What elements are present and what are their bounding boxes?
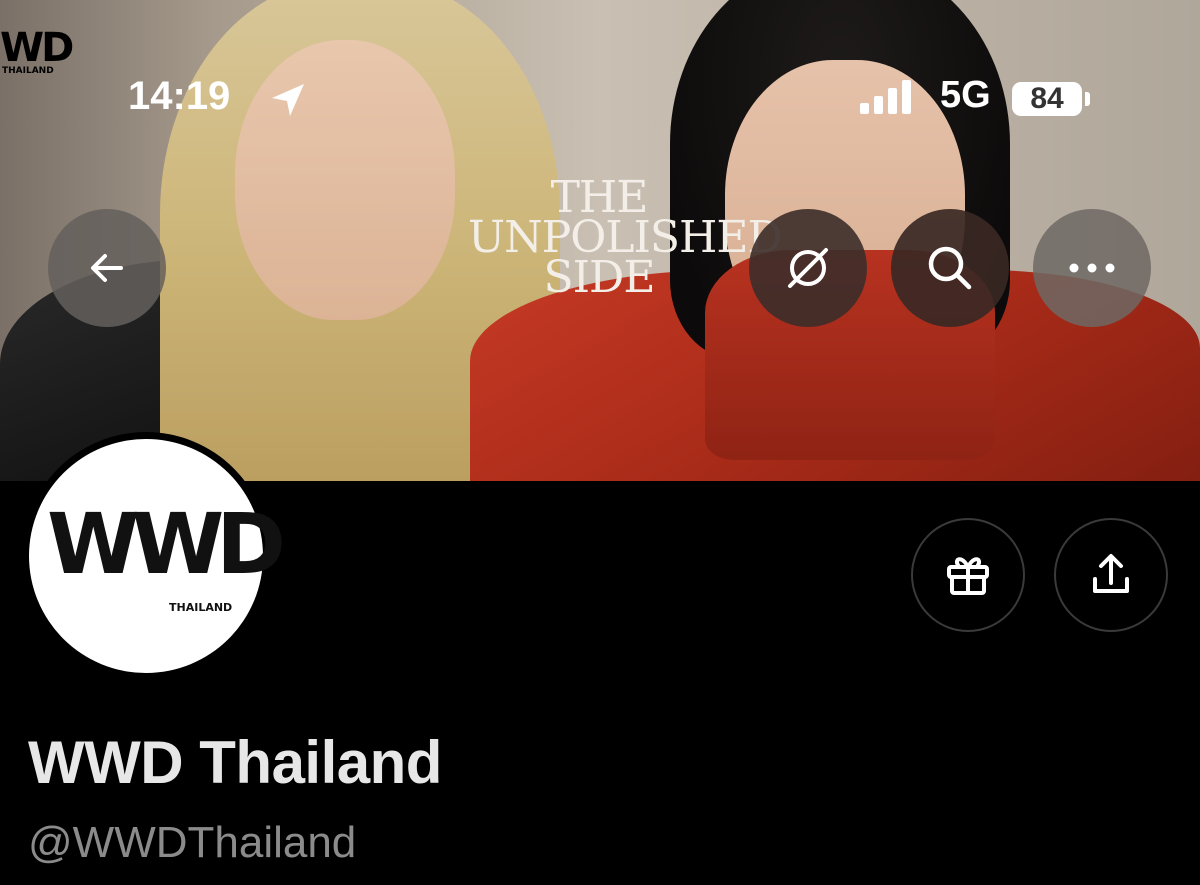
gift-icon bbox=[947, 557, 989, 595]
network-type: 5G bbox=[940, 74, 991, 116]
grok-button[interactable] bbox=[749, 209, 867, 327]
signal-bars-icon bbox=[860, 80, 920, 114]
location-arrow-icon bbox=[272, 84, 304, 116]
banner-headline: THE UNPOLISHED SIDE bbox=[468, 176, 783, 303]
battery-cap bbox=[1085, 92, 1090, 106]
share-icon bbox=[1093, 554, 1129, 593]
search-button[interactable] bbox=[891, 209, 1009, 327]
banner-corner-logo-text: WD bbox=[0, 25, 74, 71]
avatar-logo-sub: THAILAND bbox=[169, 601, 233, 614]
banner-corner-logo: WD THAILAND bbox=[0, 28, 74, 76]
gift-button[interactable] bbox=[911, 518, 1025, 632]
status-time: 14:19 bbox=[128, 74, 231, 118]
banner-headline-line: SIDE bbox=[543, 252, 656, 303]
avatar-logo-text: WWD bbox=[47, 495, 286, 593]
back-button[interactable] bbox=[48, 209, 166, 327]
more-button[interactable] bbox=[1033, 209, 1151, 327]
profile-banner[interactable]: THE UNPOLISHED SIDE WD THAILAND bbox=[0, 0, 1200, 481]
avatar[interactable]: WWD THAILAND bbox=[22, 432, 286, 680]
arrow-left-icon bbox=[91, 254, 123, 282]
profile-display-name: WWD Thailand bbox=[28, 729, 442, 796]
avatar-logo: WWD THAILAND bbox=[29, 439, 286, 673]
profile-handle: @WWDThailand bbox=[28, 818, 357, 867]
more-dots-icon bbox=[1069, 263, 1115, 273]
grok-icon bbox=[788, 248, 828, 288]
search-icon bbox=[928, 246, 972, 290]
battery-indicator: 84 bbox=[1012, 82, 1082, 116]
share-button[interactable] bbox=[1054, 518, 1168, 632]
